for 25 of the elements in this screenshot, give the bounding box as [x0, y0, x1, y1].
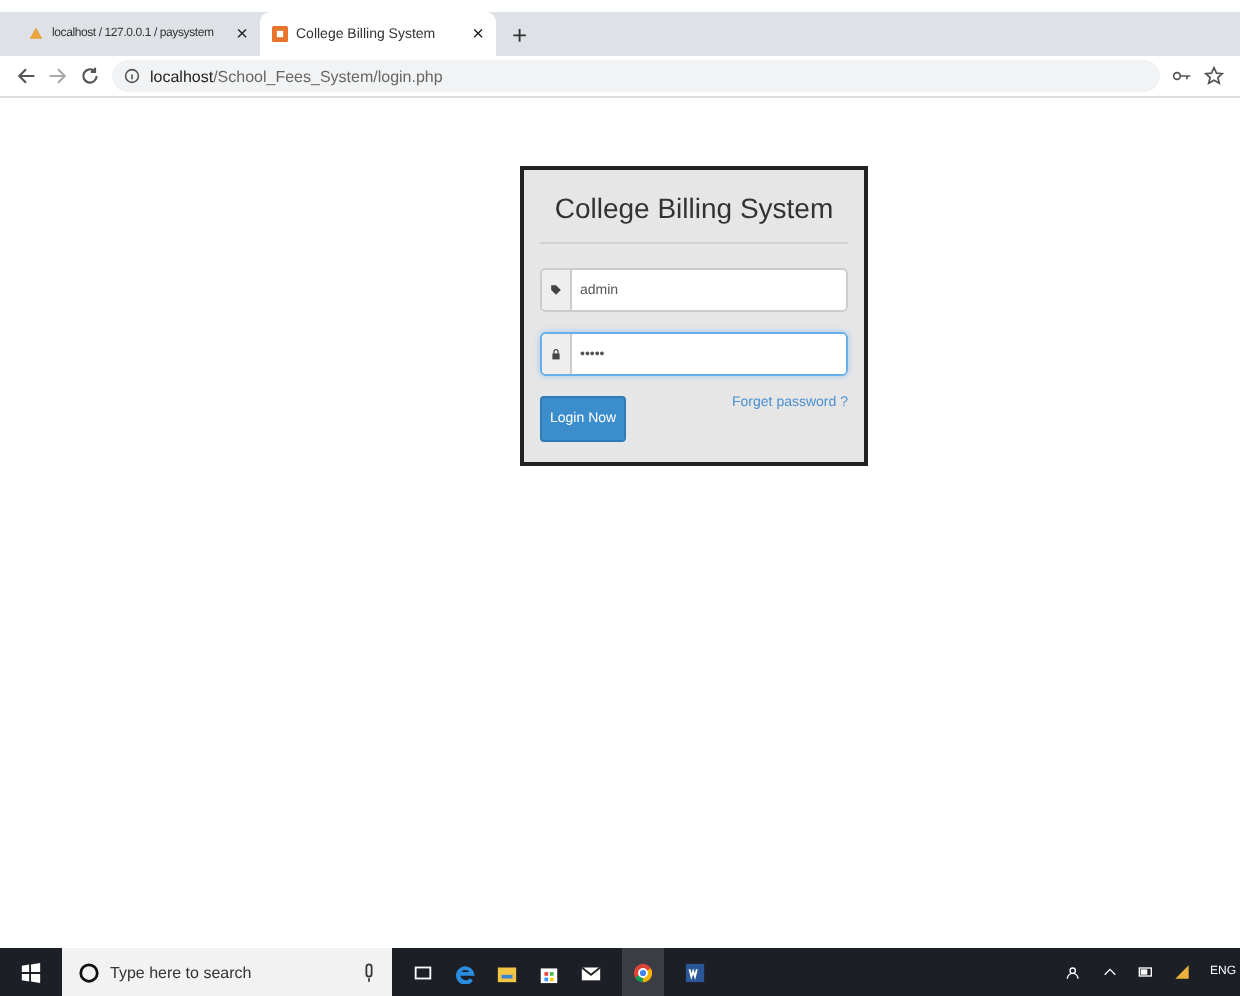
app-favicon-icon [272, 26, 288, 42]
login-title: College Billing System [552, 190, 836, 228]
cortana-circle-icon [78, 961, 100, 983]
task-view-icon[interactable] [412, 961, 434, 983]
windows-start-icon[interactable] [20, 961, 42, 983]
close-tab-button[interactable]: × [472, 23, 484, 45]
battery-icon [1137, 964, 1154, 980]
edge-browser-icon[interactable] [454, 961, 476, 983]
taskbar-search-field[interactable]: Type here to search [62, 948, 392, 996]
lock-icon [550, 348, 562, 360]
chrome-browser-icon[interactable] [632, 961, 654, 983]
info-icon [124, 68, 140, 84]
reload-icon[interactable] [80, 66, 100, 86]
new-tab-button[interactable]: + [496, 19, 544, 49]
tag-icon [550, 284, 562, 296]
key-icon[interactable] [1172, 66, 1192, 86]
address-bar[interactable]: localhost/School_Fees_System/login.php [112, 60, 1160, 92]
word-document-icon[interactable] [684, 961, 706, 983]
star-icon[interactable] [1204, 66, 1224, 86]
close-tab-button[interactable]: × [236, 23, 248, 45]
mail-icon[interactable] [580, 961, 602, 983]
chevron-up-icon[interactable] [1101, 964, 1118, 980]
back-icon[interactable] [16, 66, 36, 86]
microphone-icon[interactable] [362, 961, 376, 983]
people-icon[interactable] [1065, 964, 1082, 980]
